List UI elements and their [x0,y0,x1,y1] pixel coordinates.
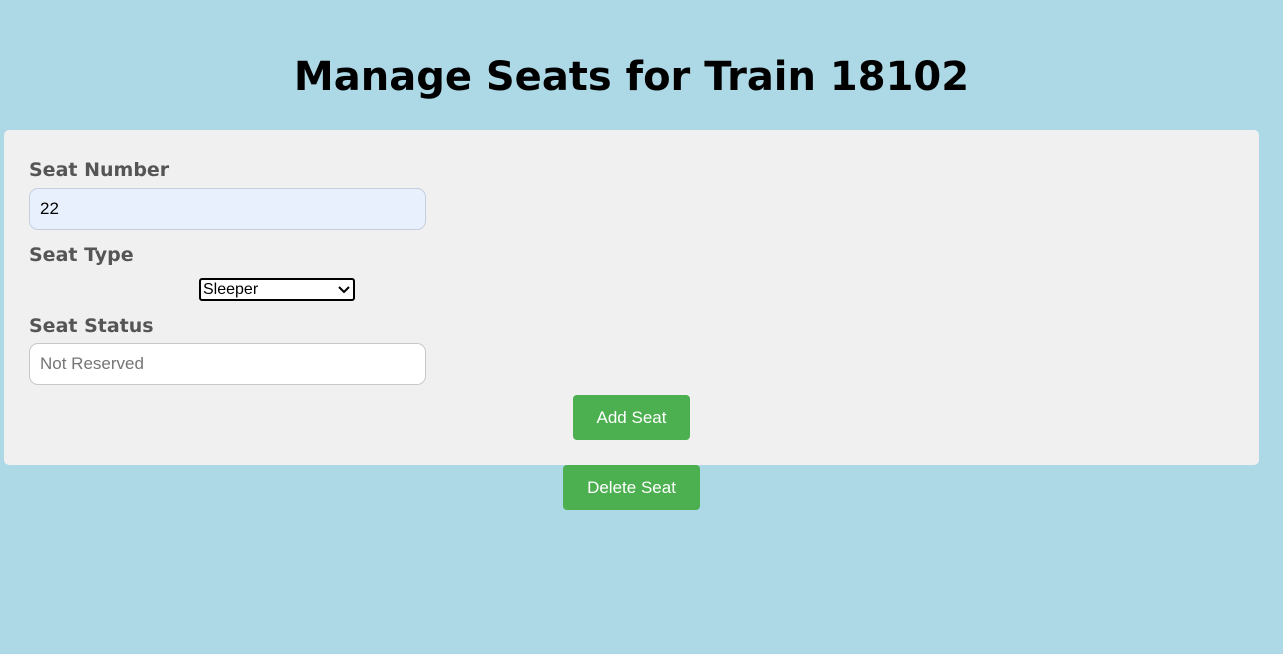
delete-seat-button[interactable]: Delete Seat [563,465,700,510]
chevron-down-icon [338,286,350,294]
page-title: Manage Seats for Train 18102 [293,54,970,100]
seat-status-input[interactable] [29,343,426,385]
seat-number-input[interactable] [29,188,426,230]
seat-type-selected-value: Sleeper [203,281,259,298]
seat-number-label: Seat Number [29,159,170,181]
seat-status-label: Seat Status [29,315,154,337]
seat-type-label: Seat Type [29,244,134,266]
seat-type-select[interactable]: Sleeper [199,278,355,301]
add-seat-button[interactable]: Add Seat [573,395,690,440]
seat-form: Seat Number Seat Type Sleeper Seat Statu… [4,130,1259,465]
